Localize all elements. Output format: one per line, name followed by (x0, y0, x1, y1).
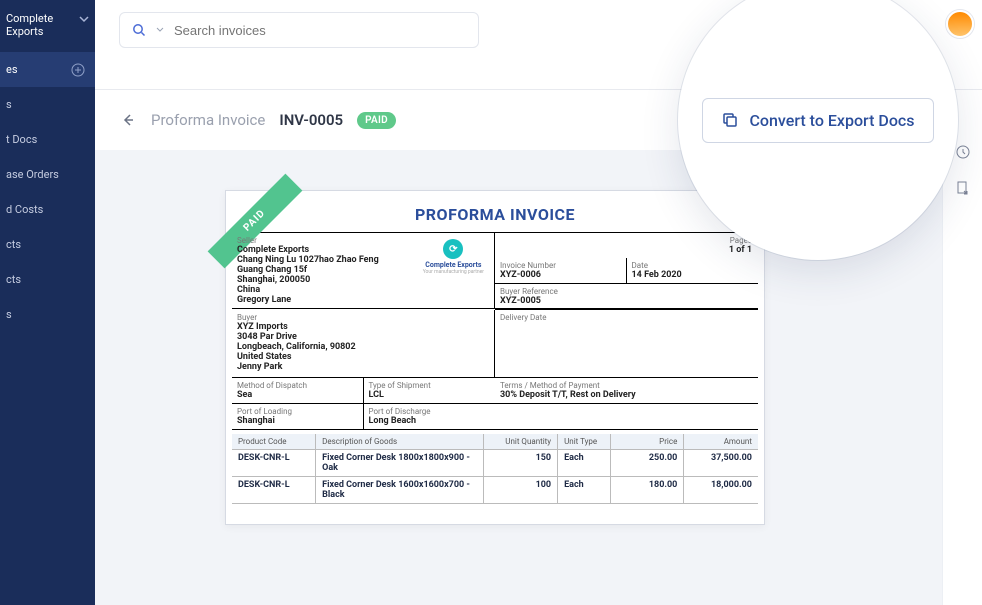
copy-icon (721, 111, 739, 129)
date-value: 14 Feb 2020 (632, 270, 754, 280)
dispatch-label: Method of Dispatch (237, 381, 358, 390)
sidebar-item[interactable]: ase Orders (0, 157, 95, 192)
search-input[interactable] (174, 23, 466, 38)
history-icon[interactable] (955, 144, 971, 160)
sidebar-item[interactable]: es (0, 52, 95, 87)
convert-label: Convert to Export Docs (749, 111, 914, 130)
sidebar-item[interactable]: s (0, 87, 95, 122)
sidebar-item-label: cts (6, 273, 21, 286)
dispatch: Sea (237, 390, 358, 400)
page-title: Proforma Invoice (151, 111, 265, 129)
buyer-name: XYZ Imports (237, 322, 489, 332)
search-input-wrap[interactable] (119, 12, 479, 48)
th-amount: Amount (684, 434, 758, 450)
sidebar-item-label: s (6, 98, 12, 111)
date-label: Date (632, 261, 754, 270)
document-title: PROFORMA INVOICE (226, 191, 764, 232)
chevron-down-icon (79, 14, 89, 24)
shipment: LCL (369, 390, 491, 400)
table-row: DESK-CNR-L Fixed Corner Desk 1600x1600x7… (232, 477, 758, 504)
sidebar-item[interactable]: s (0, 297, 95, 332)
invoice-id: INV-0005 (279, 111, 343, 129)
workspace-switcher[interactable]: Complete Exports (0, 0, 95, 52)
pages-value: 1 of 1 (500, 245, 752, 255)
invoice-number: XYZ-0006 (500, 270, 621, 280)
search-icon (132, 23, 146, 37)
buyer-ref: XYZ-0005 (500, 296, 753, 306)
seller-country: China (237, 285, 489, 295)
sidebar-item-label: d Costs (6, 203, 43, 216)
buyer-label: Buyer (237, 313, 489, 322)
convert-to-export-docs-button[interactable]: Convert to Export Docs (702, 98, 933, 143)
pod: Long Beach (369, 416, 491, 426)
buyer-ref-label: Buyer Reference (500, 287, 753, 296)
shipment-label: Type of Shipment (369, 381, 491, 390)
sidebar-item-label: es (6, 63, 18, 76)
pod-label: Port of Discharge (369, 407, 491, 416)
seller-logo: ⟳ Complete Exports Your manufacturing pa… (423, 239, 484, 275)
pol: Shanghai (237, 416, 358, 426)
workspace-name: Complete Exports (6, 12, 85, 38)
seller-addr: Shanghai, 200050 (237, 275, 489, 285)
sidebar-item-label: s (6, 308, 12, 321)
sidebar-item[interactable]: t Docs (0, 122, 95, 157)
buyer-country: United States (237, 352, 489, 362)
pages-label: Pages (500, 236, 752, 245)
sidebar-item-label: cts (6, 238, 21, 251)
table-row: DESK-CNR-L Fixed Corner Desk 1800x1800x9… (232, 450, 758, 477)
sidebar-item[interactable]: cts (0, 227, 95, 262)
th-desc: Description of Goods (316, 434, 484, 450)
seller-contact: Gregory Lane (237, 295, 489, 305)
sidebar-item-label: t Docs (6, 133, 37, 146)
pol-label: Port of Loading (237, 407, 358, 416)
sidebar: Complete Exports es s t Docs ase Orders … (0, 0, 95, 605)
invoice-document: PAID PROFORMA INVOICE Seller Complete Ex… (225, 190, 765, 525)
th-code: Product Code (232, 434, 316, 450)
line-items-table: Product Code Description of Goods Unit Q… (232, 434, 758, 504)
invoice-number-label: Invoice Number (500, 261, 621, 270)
th-price: Price (611, 434, 685, 450)
status-badge: PAID (357, 112, 396, 129)
sidebar-item[interactable]: cts (0, 262, 95, 297)
sidebar-item-label: ase Orders (6, 168, 59, 181)
back-arrow-icon[interactable] (119, 111, 137, 129)
plus-icon[interactable] (71, 63, 85, 77)
buyer-addr: 3048 Par Drive (237, 332, 489, 342)
sidebar-item[interactable]: d Costs (0, 192, 95, 227)
th-qty: Unit Quantity (484, 434, 558, 450)
buyer-contact: Jenny Park (237, 362, 489, 372)
delivery-date-label: Delivery Date (500, 313, 753, 322)
buyer-addr: Longbeach, California, 90802 (237, 342, 489, 352)
logo-icon: ⟳ (443, 239, 463, 259)
dropdown-caret-icon (156, 26, 164, 34)
document-export-icon[interactable] (955, 180, 971, 196)
terms: 30% Deposit T/T, Rest on Delivery (500, 390, 753, 400)
avatar[interactable] (946, 10, 974, 38)
th-type: Unit Type (558, 434, 611, 450)
terms-label: Terms / Method of Payment (500, 381, 753, 390)
